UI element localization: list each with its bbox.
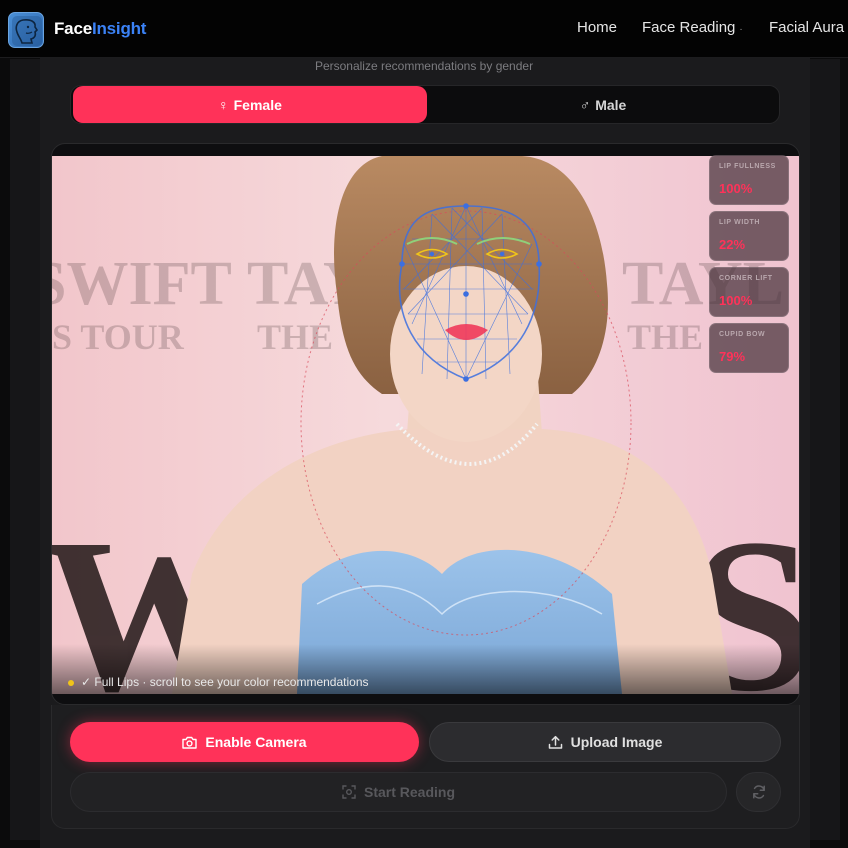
brand-name[interactable]: FaceInsight bbox=[54, 19, 146, 39]
face-profile-icon[interactable] bbox=[8, 12, 44, 48]
female-button[interactable]: ♀ Female bbox=[73, 86, 427, 123]
nav-face-reading-label: Face Reading bbox=[642, 19, 736, 36]
metric-value: 100% bbox=[719, 181, 753, 196]
gender-toggle: ♀ Female ♂ Male bbox=[70, 85, 780, 124]
metric-label: CUPID BOW bbox=[719, 331, 766, 338]
svg-text:S TOUR: S TOUR bbox=[52, 317, 185, 357]
scan-icon bbox=[342, 785, 356, 799]
refresh-icon bbox=[751, 784, 767, 800]
refresh-button[interactable] bbox=[736, 772, 781, 812]
metric-lip-fullness: LIP FULLNESS 100% bbox=[709, 155, 789, 205]
top-navigation-bar: FaceInsight Home Face Reading · Facial Au… bbox=[0, 0, 848, 58]
svg-text:SWIFT: SWIFT bbox=[52, 250, 232, 318]
status-dot-icon bbox=[68, 679, 74, 686]
enable-camera-label: Enable Camera bbox=[205, 734, 307, 750]
metric-label: LIP FULLNESS bbox=[719, 163, 776, 170]
page-gutter-right bbox=[808, 59, 840, 840]
upload-image-button[interactable]: Upload Image bbox=[429, 722, 781, 762]
metric-lip-width: LIP WIDTH 22% bbox=[709, 211, 789, 261]
metric-value: 100% bbox=[719, 293, 753, 308]
start-reading-button[interactable]: Start Reading bbox=[70, 772, 727, 812]
svg-text:THE: THE bbox=[627, 317, 703, 357]
gender-subtitle: Personalize recommendations by gender bbox=[314, 59, 534, 73]
female-symbol-icon: ♀ bbox=[218, 96, 229, 113]
page-gutter-left bbox=[10, 59, 41, 840]
face-analysis-image: SWIFT S TOUR TAY THE TAYL THE W S bbox=[52, 156, 799, 704]
enable-camera-button[interactable]: Enable Camera bbox=[70, 722, 419, 762]
photo-preview: SWIFT S TOUR TAY THE TAYL THE W S bbox=[51, 143, 800, 705]
male-label: Male bbox=[595, 96, 627, 113]
status-line: ✓ Full Lips · scroll to see your color r… bbox=[68, 675, 369, 689]
metric-label: LIP WIDTH bbox=[719, 219, 761, 226]
chevron-down-icon: · bbox=[739, 24, 743, 35]
brand-main: Face bbox=[54, 19, 92, 38]
metric-label: CORNER LIFT bbox=[719, 275, 773, 282]
camera-icon bbox=[182, 736, 198, 749]
nav-home[interactable]: Home bbox=[577, 19, 617, 36]
brand-accent: Insight bbox=[91, 19, 147, 38]
metric-value: 79% bbox=[719, 349, 746, 364]
nav-face-reading[interactable]: Face Reading · bbox=[642, 19, 743, 36]
female-label: Female bbox=[233, 96, 282, 113]
status-text: ✓ Full Lips · scroll to see your color r… bbox=[81, 675, 369, 689]
male-symbol-icon: ♂ bbox=[579, 96, 591, 113]
metric-value: 22% bbox=[719, 237, 746, 252]
nav-facial-aura[interactable]: Facial Aura bbox=[769, 19, 844, 36]
metric-corner-lift: CORNER LIFT 100% bbox=[709, 267, 789, 317]
upload-image-label: Upload Image bbox=[570, 734, 663, 750]
metric-cupid-bow: CUPID BOW 79% bbox=[709, 323, 789, 373]
male-button[interactable]: ♂ Male bbox=[427, 86, 779, 123]
start-reading-label: Start Reading bbox=[363, 784, 455, 800]
upload-icon bbox=[548, 735, 563, 750]
svg-text:THE: THE bbox=[257, 317, 333, 357]
